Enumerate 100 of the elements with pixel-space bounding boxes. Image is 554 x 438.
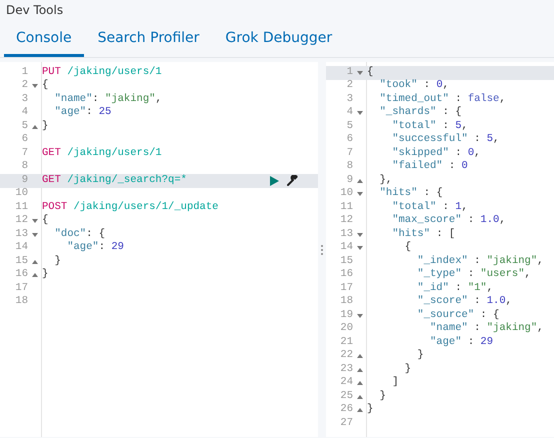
line-number: 5 bbox=[346, 118, 353, 134]
code-line: "failed" : 0 bbox=[391, 159, 468, 174]
line-number: 16 bbox=[14, 267, 28, 282]
unfold-arrow-icon[interactable] bbox=[357, 407, 363, 414]
code-line: "timed_out" : false, bbox=[378, 92, 506, 106]
unfold-arrow-icon[interactable] bbox=[357, 366, 363, 373]
unfold-arrow-icon[interactable] bbox=[32, 272, 38, 278]
code-line: } bbox=[416, 348, 424, 364]
line-number: 10 bbox=[14, 186, 28, 202]
play-icon[interactable] bbox=[270, 176, 279, 186]
code-line: "_type" : "users", bbox=[416, 267, 531, 282]
code-line: "successful" : 5, bbox=[391, 132, 500, 147]
unfold-arrow-icon[interactable] bbox=[32, 258, 38, 265]
line-number: 23 bbox=[339, 362, 353, 377]
line-number: 4 bbox=[346, 105, 353, 120]
code-line: "hits" : { bbox=[378, 186, 443, 201]
fold-arrow-icon[interactable] bbox=[32, 218, 38, 224]
line-number: 18 bbox=[14, 294, 28, 310]
fold-arrow-icon[interactable] bbox=[357, 312, 363, 319]
code-line: "doc": { bbox=[54, 226, 106, 241]
fold-arrow-icon[interactable] bbox=[357, 191, 363, 198]
line-number: 14 bbox=[339, 240, 353, 256]
code-line: ] bbox=[391, 375, 399, 390]
line-number: 26 bbox=[339, 402, 353, 418]
line-number: 2 bbox=[346, 78, 353, 94]
code-line: } bbox=[54, 254, 61, 269]
line-number: 25 bbox=[339, 388, 353, 404]
tab[interactable]: Console bbox=[4, 20, 84, 57]
line-number: 2 bbox=[20, 78, 28, 94]
unfold-arrow-icon[interactable] bbox=[357, 380, 363, 386]
drag-handle-icon[interactable] bbox=[321, 244, 323, 254]
code-line: { bbox=[42, 213, 48, 228]
tab[interactable]: Search Profiler bbox=[86, 20, 212, 57]
line-number: 3 bbox=[346, 92, 353, 107]
fold-arrow-icon[interactable] bbox=[357, 245, 363, 252]
line-number: 9 bbox=[346, 172, 353, 188]
line-number: 1 bbox=[346, 64, 353, 80]
unfold-arrow-icon[interactable] bbox=[357, 394, 363, 400]
line-number: 17 bbox=[14, 280, 28, 296]
line-number: 15 bbox=[339, 254, 353, 269]
line-number: 24 bbox=[339, 375, 353, 390]
line-number: 11 bbox=[339, 200, 353, 215]
code-line: "_shards" : { bbox=[378, 105, 462, 120]
code-line: "hits" : [ bbox=[391, 226, 456, 241]
line-number: 14 bbox=[14, 240, 28, 256]
code-line: GET /jaking/_search?q=* bbox=[42, 172, 187, 188]
fold-arrow-icon[interactable] bbox=[32, 83, 38, 90]
line-number: 6 bbox=[346, 132, 353, 148]
code-line: "name" : "jaking", bbox=[429, 321, 544, 336]
code-line: "_source" : { bbox=[416, 308, 500, 322]
line-number: 18 bbox=[339, 294, 353, 310]
tab[interactable]: Grok Debugger bbox=[213, 20, 344, 57]
code-line: "age": 29 bbox=[66, 240, 124, 256]
line-number: 13 bbox=[339, 226, 353, 242]
line-number: 12 bbox=[14, 213, 28, 228]
line-number: 7 bbox=[20, 146, 28, 161]
line-number: 1 bbox=[20, 64, 28, 80]
line-number: 11 bbox=[14, 200, 28, 215]
code-line: "skipped" : 0, bbox=[391, 146, 480, 160]
line-number: 20 bbox=[339, 321, 353, 336]
fold-arrow-icon[interactable] bbox=[32, 232, 38, 238]
code-line: POST /jaking/users/1/_update bbox=[42, 200, 218, 214]
code-line: PUT /jaking/users/1 bbox=[42, 64, 162, 79]
line-number: 17 bbox=[339, 280, 353, 296]
line-number: 16 bbox=[339, 267, 353, 282]
line-number: 19 bbox=[339, 308, 353, 323]
line-number: 6 bbox=[20, 132, 28, 148]
unfold-arrow-icon[interactable] bbox=[32, 124, 38, 130]
app-title: Dev Tools bbox=[5, 2, 64, 19]
line-number: 3 bbox=[20, 92, 28, 107]
line-number: 8 bbox=[346, 159, 353, 174]
line-number: 10 bbox=[339, 186, 353, 202]
unfold-arrow-icon[interactable] bbox=[357, 178, 363, 184]
code-line: }, bbox=[378, 172, 392, 187]
code-line: "took" : 0, bbox=[378, 78, 449, 93]
code-line: "total" : 1, bbox=[391, 200, 468, 214]
code-line: GET /jaking/users/1 bbox=[42, 146, 162, 161]
line-number: 27 bbox=[339, 416, 353, 431]
code-line: "age": 25 bbox=[54, 105, 112, 120]
wrench-icon[interactable] bbox=[287, 175, 298, 186]
line-number: 5 bbox=[20, 118, 28, 134]
line-number: 21 bbox=[339, 334, 353, 350]
code-line: } bbox=[378, 388, 386, 404]
code-line: "age" : 29 bbox=[429, 334, 494, 350]
line-number: 15 bbox=[14, 254, 28, 269]
fold-arrow-icon[interactable] bbox=[357, 232, 363, 238]
unfold-arrow-icon[interactable] bbox=[357, 353, 363, 360]
code-line: } bbox=[42, 118, 48, 134]
code-line: "_index" : "jaking", bbox=[416, 254, 544, 268]
code-line: "name": "jaking", bbox=[54, 92, 162, 106]
code-line: "_score" : 1.0, bbox=[416, 294, 512, 309]
fold-arrow-icon[interactable] bbox=[357, 110, 363, 116]
line-number: 22 bbox=[339, 348, 353, 364]
code-line: { bbox=[367, 64, 374, 80]
line-number: 9 bbox=[20, 172, 28, 188]
fold-arrow-icon[interactable] bbox=[357, 70, 363, 76]
line-number: 4 bbox=[20, 105, 28, 120]
code-line: "_id" : "1", bbox=[416, 280, 494, 295]
line-number: 8 bbox=[20, 159, 28, 174]
code-line: } bbox=[367, 402, 374, 418]
